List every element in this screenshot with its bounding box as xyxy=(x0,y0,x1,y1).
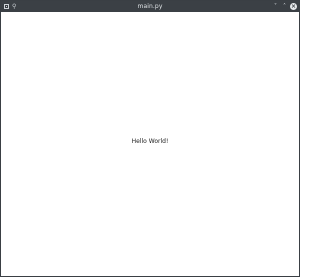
window-content: Hello World! xyxy=(1,12,299,276)
maximize-button[interactable]: ˄ xyxy=(281,3,288,10)
window-controls: ˅ ˄ × xyxy=(272,2,297,11)
window-title: main.py xyxy=(137,3,163,10)
minimize-button[interactable]: ˅ xyxy=(272,3,279,10)
title-bar[interactable]: ⚲ main.py ˅ ˄ × xyxy=(1,1,299,12)
close-button[interactable]: × xyxy=(290,3,297,10)
hello-label: Hello World! xyxy=(131,138,169,145)
app-window: ⚲ main.py ˅ ˄ × Hello World! xyxy=(0,0,300,277)
